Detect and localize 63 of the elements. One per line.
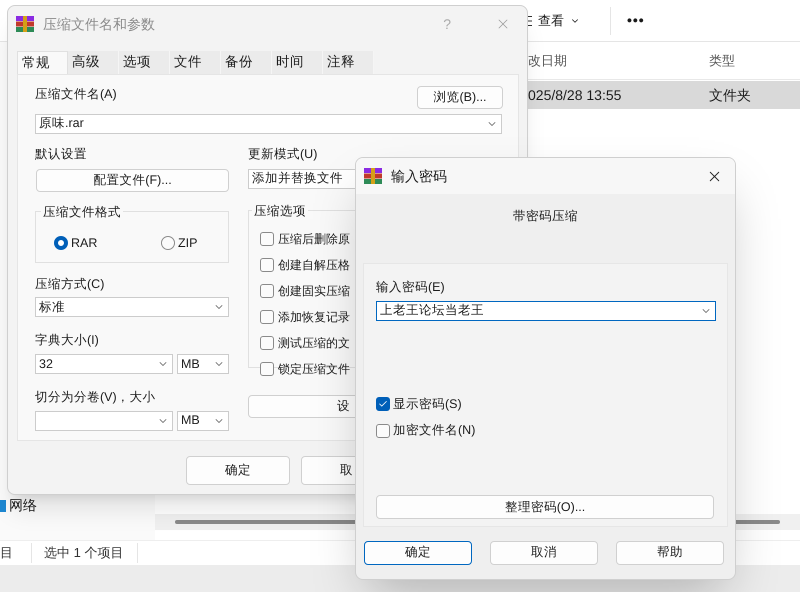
dialog-heading: 带密码压缩 — [513, 208, 578, 225]
dropdown-field[interactable]: 32 — [35, 354, 173, 374]
checkbox[interactable] — [260, 258, 274, 272]
tab[interactable]: 选项 — [119, 51, 170, 74]
push-button[interactable]: 取消 — [490, 540, 598, 565]
archive-app-icon — [16, 16, 34, 32]
column-header[interactable]: 类型 — [709, 50, 735, 70]
status-text: 选中 1 个项目 — [32, 543, 138, 563]
dropdown-field[interactable]: 标准 — [35, 297, 229, 318]
profiles-button[interactable]: 配置文件(F)... — [36, 168, 229, 192]
check-icon — [378, 398, 388, 409]
column-header[interactable]: 改日期 — [528, 50, 709, 70]
checkbox[interactable] — [376, 396, 390, 411]
checkbox-label: 添加恢复记录 — [278, 308, 350, 326]
checkbox[interactable] — [260, 310, 274, 324]
field-label: 压缩方式(C) — [35, 276, 106, 293]
checkbox[interactable] — [260, 284, 274, 298]
field-label: 输入密码(E) — [376, 278, 446, 296]
checkbox-label: 加密文件名(N) — [393, 422, 476, 440]
organize-passwords-button[interactable]: 整理密码(O)... — [376, 495, 714, 519]
navigation-item[interactable]: 网络 — [9, 495, 37, 516]
more-button[interactable]: ••• — [627, 10, 645, 31]
browse-button[interactable]: 浏览(B)... — [417, 86, 503, 109]
radio-label: ZIP — [178, 234, 198, 252]
archive-app-icon — [364, 168, 382, 184]
dropdown-field[interactable] — [35, 410, 173, 431]
push-button[interactable]: 确定 — [364, 540, 472, 565]
checkbox[interactable] — [260, 336, 274, 350]
tab[interactable]: 注释 — [323, 51, 374, 74]
field-label: 压缩文件名(A) — [35, 86, 117, 103]
radio-button[interactable] — [161, 236, 175, 250]
checkbox-label: 创建自解压格 — [278, 256, 350, 274]
table-cell-text: 025/8/28 13:55 — [528, 86, 622, 104]
tab[interactable]: 时间 — [272, 51, 323, 74]
table-cell-text: 文件夹 — [709, 86, 751, 104]
dropdown-field[interactable]: MB — [177, 354, 229, 374]
checkbox[interactable] — [376, 424, 390, 438]
field-label: 切分为分卷(V)，大小 — [35, 389, 157, 406]
push-button[interactable]: 确定 — [186, 456, 290, 485]
checkbox-label: 创建固实压缩 — [278, 282, 350, 300]
tab[interactable]: 文件 — [170, 51, 221, 74]
checkbox-label: 压缩后删除原 — [278, 230, 350, 248]
window-title: 压缩文件名和参数 — [43, 14, 155, 34]
archive-name-field[interactable]: 原味.rar — [35, 114, 502, 134]
field-label: 更新模式(U) — [248, 146, 318, 163]
dropdown-field[interactable]: MB — [177, 410, 229, 431]
radio-button[interactable] — [54, 236, 68, 250]
checkbox[interactable] — [260, 362, 274, 376]
radio-label: RAR — [71, 234, 98, 252]
tab[interactable]: 备份 — [221, 51, 272, 74]
password-field[interactable]: 上老王论坛当老王 — [376, 300, 716, 320]
window-title: 输入密码 — [391, 166, 447, 186]
field-label: 默认设置 — [35, 146, 88, 163]
checkbox-label: 测试压缩的文 — [278, 334, 350, 352]
field-label: 字典大小(I) — [35, 332, 100, 350]
checkbox-label: 锁定压缩文件 — [278, 360, 350, 378]
network-icon — [0, 500, 6, 512]
status-text: 目 — [0, 543, 32, 563]
tab[interactable]: 常规 — [17, 51, 68, 74]
tab[interactable]: 高级 — [68, 51, 119, 74]
push-button[interactable]: 帮助 — [616, 540, 724, 565]
checkbox-label: 显示密码(S) — [393, 396, 462, 413]
checkbox[interactable] — [260, 232, 274, 246]
